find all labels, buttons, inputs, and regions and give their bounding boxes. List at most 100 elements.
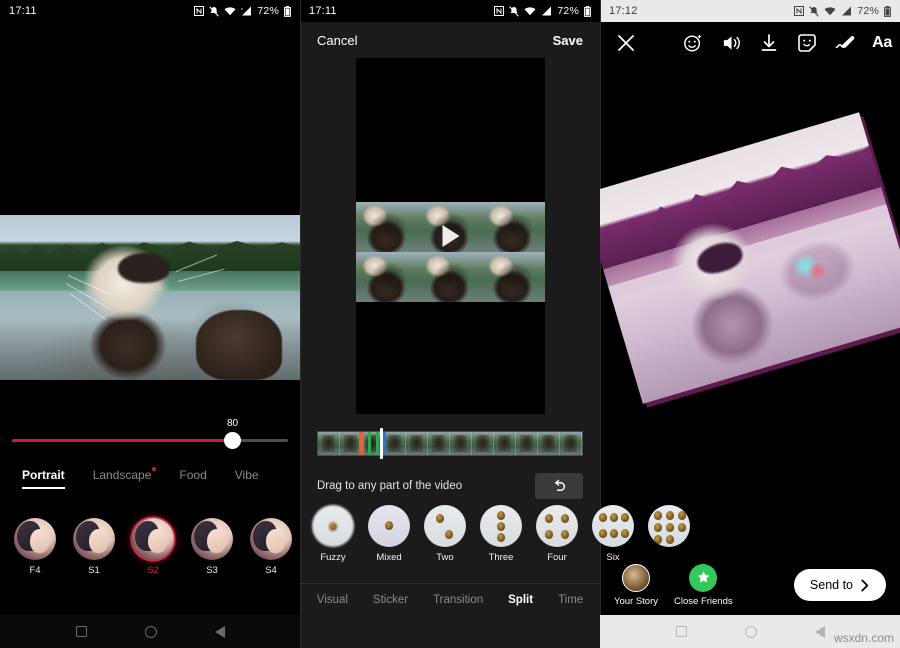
effect-label: Two xyxy=(436,552,453,563)
filter-item[interactable]: S3 xyxy=(191,518,233,580)
android-nav-bar xyxy=(0,615,300,648)
filter-label: S4 xyxy=(265,565,277,576)
save-button[interactable]: Save xyxy=(553,33,583,48)
destination-label: Close Friends xyxy=(674,596,733,607)
filter-thumbnail xyxy=(191,518,233,560)
otter-nose xyxy=(118,253,170,283)
effect-thumbnail xyxy=(480,505,522,547)
split-effect-list[interactable]: Fuzzy Mixed Two Three Four Six xyxy=(300,505,600,567)
text-icon[interactable]: Aa xyxy=(872,34,892,52)
slider-knob[interactable] xyxy=(224,432,241,449)
video-preview-otter[interactable] xyxy=(0,215,300,380)
square-recents-icon[interactable] xyxy=(676,626,687,637)
tab-label: Vibe xyxy=(235,468,259,482)
slider-value: 80 xyxy=(224,418,241,429)
filter-label: S3 xyxy=(206,565,218,576)
send-to-button[interactable]: Send to xyxy=(794,569,886,601)
circle-home-icon[interactable] xyxy=(145,626,157,638)
split-cell xyxy=(419,252,482,302)
effect-item[interactable]: Three xyxy=(480,505,522,567)
video-timeline-scrubber[interactable] xyxy=(317,431,583,456)
circle-home-icon[interactable] xyxy=(745,626,757,638)
undo-button[interactable] xyxy=(535,473,583,499)
tab-landscape[interactable]: Landscape xyxy=(93,468,152,489)
audio-icon[interactable] xyxy=(720,32,742,54)
destination-your-story[interactable]: Your Story xyxy=(614,564,658,607)
split-cell xyxy=(482,202,545,252)
filter-item[interactable]: F4 xyxy=(14,518,56,580)
drag-hint-text: Drag to any part of the video xyxy=(317,480,462,492)
split-cell xyxy=(356,252,419,302)
story-toolbar: Aa xyxy=(600,22,900,64)
filter-thumbnail xyxy=(73,518,115,560)
wifi-icon xyxy=(824,6,836,16)
timeline-frame xyxy=(516,432,538,455)
battery-icon xyxy=(284,6,291,17)
battery-percent: 72% xyxy=(257,5,279,17)
avatar xyxy=(622,564,650,592)
status-bar: 17:12 72% xyxy=(600,0,900,22)
split-preview[interactable] xyxy=(356,58,545,414)
status-time: 17:11 xyxy=(9,5,37,17)
status-bar: 17:11 72% xyxy=(300,0,600,22)
notifications-off-icon xyxy=(509,6,519,17)
filter-item-selected[interactable]: S2 xyxy=(132,518,174,580)
effect-thumbnail xyxy=(536,505,578,547)
download-icon[interactable] xyxy=(758,32,780,54)
timeline-frame xyxy=(494,432,516,455)
tab-split[interactable]: Split xyxy=(508,594,533,606)
face-effects-icon[interactable] xyxy=(682,32,704,54)
effect-item[interactable]: Four xyxy=(536,505,578,567)
tab-food[interactable]: Food xyxy=(179,468,206,489)
effect-label: Three xyxy=(489,552,514,563)
otter-paw xyxy=(196,310,282,380)
signal-icon xyxy=(841,6,852,16)
battery-icon xyxy=(584,6,591,17)
sticker-icon[interactable] xyxy=(796,32,818,54)
timeline-frame xyxy=(450,432,472,455)
status-bar: 17:11 x 72% xyxy=(0,0,300,22)
timeline-frame xyxy=(538,432,560,455)
tab-vibe[interactable]: Vibe xyxy=(235,468,259,489)
destination-close-friends[interactable]: Close Friends xyxy=(674,564,733,607)
play-icon[interactable] xyxy=(442,225,459,247)
split-marker-blue xyxy=(381,432,386,455)
draw-icon[interactable] xyxy=(834,32,856,54)
effect-item[interactable]: Fuzzy xyxy=(312,505,354,567)
signal-icon xyxy=(541,6,552,16)
panel-filter-editor: 17:11 x 72% xyxy=(0,0,300,648)
timeline-frame xyxy=(560,432,582,455)
tab-portrait[interactable]: Portrait xyxy=(22,468,65,489)
split-marker-orange xyxy=(359,432,364,455)
timeline-frame xyxy=(472,432,494,455)
tab-sticker[interactable]: Sticker xyxy=(373,594,408,606)
tab-transition[interactable]: Transition xyxy=(433,594,483,606)
triangle-back-icon[interactable] xyxy=(215,626,225,638)
filter-label: S1 xyxy=(88,565,100,576)
rotated-photo[interactable] xyxy=(600,112,900,403)
cancel-button[interactable]: Cancel xyxy=(317,33,357,48)
tab-time[interactable]: Time xyxy=(558,594,583,606)
undo-icon xyxy=(552,479,567,494)
filter-item[interactable]: S4 xyxy=(250,518,292,580)
tab-label: Landscape xyxy=(93,468,152,482)
tab-label: Food xyxy=(179,468,206,482)
status-time: 17:11 xyxy=(309,5,337,17)
filter-category-tabs: Portrait Landscape Food Vibe xyxy=(0,468,300,496)
intensity-slider[interactable]: 80 xyxy=(0,425,300,455)
filter-thumbnail-list[interactable]: F4 S1 S2 S3 S4 S5 xyxy=(0,518,300,580)
story-canvas[interactable] xyxy=(600,64,900,554)
close-button[interactable] xyxy=(615,32,637,54)
wifi-icon xyxy=(224,6,236,16)
filter-thumbnail xyxy=(132,518,174,560)
effect-item[interactable]: Mixed xyxy=(368,505,410,567)
effect-label: Four xyxy=(547,552,567,563)
toolbar-actions: Aa xyxy=(682,32,892,54)
filter-item[interactable]: S1 xyxy=(73,518,115,580)
destination-label: Your Story xyxy=(614,596,658,607)
triangle-back-icon[interactable] xyxy=(815,626,825,638)
timeline-frame xyxy=(428,432,450,455)
tab-visual[interactable]: Visual xyxy=(317,594,348,606)
effect-item[interactable]: Two xyxy=(424,505,466,567)
square-recents-icon[interactable] xyxy=(76,626,87,637)
